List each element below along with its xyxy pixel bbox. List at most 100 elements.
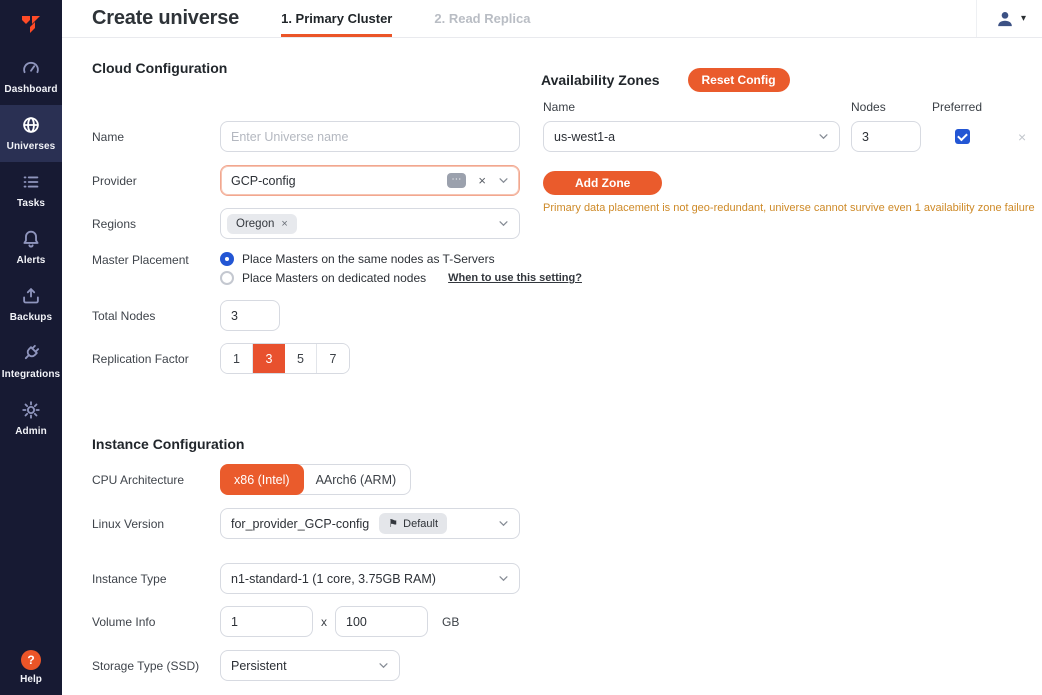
- zone-preferred-column-header: Preferred: [932, 100, 982, 114]
- zone-name-column-header: Name: [543, 100, 575, 114]
- sidebar: Dashboard Universes Tasks Alerts: [0, 0, 62, 695]
- sidebar-item-tasks[interactable]: Tasks: [0, 162, 62, 219]
- sidebar-item-dashboard[interactable]: Dashboard: [0, 48, 62, 105]
- provider-select[interactable]: GCP-config ⋯ ×: [220, 165, 520, 196]
- geo-redundancy-warning: Primary data placement is not geo-redund…: [543, 202, 1035, 214]
- zone-nodes-input[interactable]: [851, 121, 921, 152]
- linux-version-label: Linux Version: [92, 517, 220, 531]
- reset-config-button[interactable]: Reset Config: [688, 68, 790, 92]
- chevron-down-icon: [818, 131, 829, 142]
- remove-zone-icon[interactable]: ×: [1018, 129, 1026, 145]
- regions-select[interactable]: Oregon ×: [220, 208, 520, 239]
- region-chip: Oregon ×: [227, 214, 297, 234]
- regions-row: Regions Oregon ×: [92, 208, 520, 239]
- sidebar-item-label: Integrations: [2, 369, 60, 380]
- master-placement-options: Place Masters on the same nodes as T-Ser…: [220, 252, 582, 285]
- page-header: Create universe 1. Primary Cluster 2. Re…: [62, 0, 1042, 38]
- sidebar-item-integrations[interactable]: Integrations: [0, 333, 62, 390]
- region-chip-close-icon[interactable]: ×: [281, 218, 287, 230]
- sidebar-item-label: Universes: [7, 141, 56, 152]
- user-caret-icon: ▾: [1021, 13, 1026, 24]
- cloud-configuration-title: Cloud Configuration: [92, 60, 227, 76]
- replication-factor-group: 1 3 5 7: [220, 343, 350, 374]
- sidebar-item-label: Dashboard: [4, 84, 57, 95]
- volume-size-input[interactable]: [335, 606, 428, 637]
- linux-version-row: Linux Version for_provider_GCP-config ⚑ …: [92, 508, 520, 539]
- provider-label: Provider: [92, 174, 220, 188]
- when-to-use-link[interactable]: When to use this setting?: [448, 272, 582, 284]
- cpu-x86-option[interactable]: x86 (Intel): [220, 464, 304, 495]
- tab-read-replica[interactable]: 2. Read Replica: [434, 0, 530, 37]
- cpu-architecture-row: CPU Architecture x86 (Intel) AArch6 (ARM…: [92, 464, 411, 495]
- universes-globe-icon: [20, 114, 42, 136]
- name-label: Name: [92, 130, 220, 144]
- tab-primary-cluster[interactable]: 1. Primary Cluster: [281, 0, 392, 37]
- clear-provider-icon[interactable]: ×: [476, 173, 488, 188]
- chevron-down-icon: [498, 518, 509, 529]
- user-menu[interactable]: ▾: [976, 0, 1042, 37]
- backups-upload-icon: [20, 285, 42, 307]
- storage-type-value: Persistent: [231, 659, 287, 673]
- master-same-nodes-option[interactable]: Place Masters on the same nodes as T-Ser…: [220, 252, 582, 266]
- preferred-checkbox[interactable]: [955, 129, 970, 144]
- sidebar-item-label: Alerts: [17, 255, 46, 266]
- master-dedicated-nodes-option[interactable]: Place Masters on dedicated nodes When to…: [220, 271, 582, 285]
- sidebar-item-backups[interactable]: Backups: [0, 276, 62, 333]
- chevron-down-icon: [498, 573, 509, 584]
- master-placement-row: Master Placement Place Masters on the sa…: [92, 252, 582, 285]
- page-title: Create universe: [92, 7, 239, 30]
- add-zone-button[interactable]: Add Zone: [543, 171, 662, 195]
- cpu-arm-option[interactable]: AArch6 (ARM): [298, 464, 412, 495]
- sidebar-item-universes[interactable]: Universes: [0, 105, 62, 162]
- alerts-bell-icon: [20, 228, 42, 250]
- radio-unselected-icon: [220, 271, 234, 285]
- rf-option-7[interactable]: 7: [317, 344, 349, 373]
- integrations-plug-icon: [20, 342, 42, 364]
- universe-name-input[interactable]: [220, 121, 520, 152]
- chevron-down-icon: [378, 660, 389, 671]
- sidebar-item-admin[interactable]: Admin: [0, 390, 62, 447]
- main-content: Cloud Configuration Name Provider GCP-co…: [62, 38, 1042, 695]
- total-nodes-label: Total Nodes: [92, 309, 220, 323]
- storage-type-row: Storage Type (SSD) Persistent: [92, 650, 400, 681]
- yugabyte-logo[interactable]: [0, 0, 62, 48]
- default-badge: ⚑ Default: [379, 513, 447, 534]
- instance-type-label: Instance Type: [92, 572, 220, 586]
- rf-option-3-selected[interactable]: 3: [253, 344, 285, 373]
- radio-selected-icon: [220, 252, 234, 266]
- chevron-down-icon: [498, 218, 509, 229]
- storage-type-select[interactable]: Persistent: [220, 650, 400, 681]
- instance-type-value: n1-standard-1 (1 core, 3.75GB RAM): [231, 572, 436, 586]
- rf-option-5[interactable]: 5: [285, 344, 317, 373]
- instance-type-row: Instance Type n1-standard-1 (1 core, 3.7…: [92, 563, 520, 594]
- availability-zones-title: Availability Zones: [541, 72, 660, 88]
- dashboard-gauge-icon: [20, 57, 42, 79]
- master-placement-label: Master Placement: [92, 252, 220, 267]
- volume-info-label: Volume Info: [92, 615, 220, 629]
- help-question-icon: ?: [21, 650, 41, 670]
- sidebar-item-alerts[interactable]: Alerts: [0, 219, 62, 276]
- cpu-architecture-toggle: x86 (Intel) AArch6 (ARM): [220, 464, 411, 495]
- yugabyte-logo-icon: [18, 11, 44, 37]
- sidebar-item-label: Tasks: [17, 198, 45, 209]
- default-badge-label: Default: [403, 518, 438, 530]
- zone-row: us-west1-a ×: [543, 121, 1026, 152]
- volume-count-input[interactable]: [220, 606, 313, 637]
- instance-type-select[interactable]: n1-standard-1 (1 core, 3.75GB RAM): [220, 563, 520, 594]
- storage-type-label: Storage Type (SSD): [92, 659, 220, 673]
- provider-value: GCP-config: [231, 174, 296, 188]
- volume-multiply-label: x: [321, 615, 327, 629]
- sidebar-item-help[interactable]: ? Help: [0, 650, 62, 695]
- total-nodes-row: Total Nodes: [92, 300, 280, 331]
- volume-unit-label: GB: [442, 615, 459, 629]
- region-chip-label: Oregon: [236, 218, 274, 230]
- zone-nodes-column-header: Nodes: [851, 100, 886, 114]
- provider-row: Provider GCP-config ⋯ ×: [92, 165, 520, 196]
- linux-version-select[interactable]: for_provider_GCP-config ⚑ Default: [220, 508, 520, 539]
- total-nodes-input[interactable]: [220, 300, 280, 331]
- availability-zones-header: Availability Zones Reset Config: [541, 68, 790, 92]
- linux-version-value: for_provider_GCP-config: [231, 517, 369, 531]
- wizard-tabs: 1. Primary Cluster 2. Read Replica: [281, 0, 530, 37]
- rf-option-1[interactable]: 1: [221, 344, 253, 373]
- zone-name-select[interactable]: us-west1-a: [543, 121, 840, 152]
